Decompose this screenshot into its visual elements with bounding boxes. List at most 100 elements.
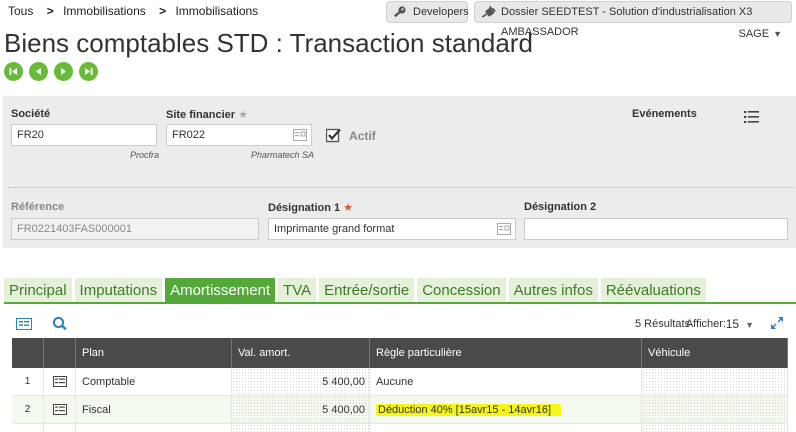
grid-toolbar: 5 Résultats Afficher: 15 ▼ <box>8 310 792 336</box>
cell-vehicule <box>642 368 788 395</box>
row-action[interactable] <box>44 368 76 395</box>
grid-header: Plan Val. amort. Règle particulière Véhi… <box>12 338 788 368</box>
row-detail-icon <box>52 404 67 415</box>
breadcrumb-separator: > <box>46 4 54 18</box>
record-navigation <box>4 62 98 81</box>
row-action[interactable] <box>44 396 76 423</box>
societe-subtitle: Procfra <box>129 150 159 160</box>
site-financier-subtitle: Pharmatech SA <box>250 150 314 160</box>
depreciation-grid: Plan Val. amort. Règle particulière Véhi… <box>12 338 788 432</box>
cell-plan <box>76 424 232 432</box>
row-detail-icon <box>52 376 67 387</box>
site-financier-label: Site financier ★ <box>166 108 248 121</box>
dossier-button[interactable]: Dossier SEEDTEST - Solution d'industrial… <box>474 1 792 38</box>
site-financier-field[interactable]: FR022 <box>166 124 312 146</box>
table-row[interactable]: 2 Fiscal 5 400,00 Déduction 40% [15avr15… <box>12 396 788 424</box>
row-action <box>44 424 76 432</box>
tab-amortissement[interactable]: Amortissement <box>165 278 276 302</box>
tab-tva[interactable]: TVA <box>278 278 317 302</box>
user-menu-label: SAGE <box>738 28 770 40</box>
tab-reevaluations[interactable]: Réévaluations <box>600 278 706 302</box>
site-financier-value: FR022 <box>172 129 206 141</box>
cell-regle[interactable]: Aucune <box>370 368 642 395</box>
search-icon[interactable] <box>52 316 68 332</box>
cell-regle <box>370 424 642 432</box>
page: Tous > Immobilisations > Immobilisations… <box>0 0 796 432</box>
column-header-plan[interactable]: Plan <box>76 338 232 368</box>
tab-autres-infos[interactable]: Autres infos <box>508 278 598 302</box>
tab-underline <box>4 302 796 304</box>
developers-label: Developers <box>413 6 469 18</box>
top-bar: Tous > Immobilisations > Immobilisations… <box>0 0 796 38</box>
breadcrumb-item-tous[interactable]: Tous <box>8 4 33 18</box>
chevron-down-icon: ▼ <box>773 29 782 39</box>
breadcrumb-item-immobilisations[interactable]: Immobilisations <box>63 4 146 18</box>
per-page-select[interactable]: 15 ▼ <box>726 317 754 331</box>
dossier-label: Dossier SEEDTEST - Solution d'industrial… <box>501 6 753 38</box>
translation-icon[interactable] <box>497 223 511 235</box>
lookup-icon[interactable] <box>293 129 307 141</box>
societe-label: Société <box>11 108 51 120</box>
column-header-vehicule[interactable]: Véhicule <box>642 338 788 368</box>
actif-checkbox[interactable]: Actif <box>326 128 376 143</box>
designation1-label-text: Désignation 1 <box>268 202 341 214</box>
reference-label: Référence <box>11 201 65 213</box>
designation2-label: Désignation 2 <box>524 201 597 213</box>
per-page-label: Afficher: <box>685 318 726 330</box>
evenements-label: Evénements <box>632 108 697 120</box>
next-icon <box>61 68 66 75</box>
tab-imputations[interactable]: Imputations <box>74 278 163 302</box>
cell-val-amort: 5 400,00 <box>232 396 370 423</box>
results-count: 5 Résultats <box>634 318 690 330</box>
chevron-down-icon: ▼ <box>745 320 754 330</box>
designation2-field[interactable] <box>524 218 788 240</box>
row-number: 2 <box>12 396 44 423</box>
column-header-val-amort[interactable]: Val. amort. <box>232 338 370 368</box>
user-menu[interactable]: SAGE ▼ <box>739 28 783 40</box>
cell-plan[interactable]: Fiscal <box>76 396 232 423</box>
expand-icon[interactable] <box>770 316 784 330</box>
site-financier-label-text: Site financier <box>166 109 236 121</box>
previous-icon <box>36 68 41 75</box>
cell-val-amort <box>232 424 370 432</box>
required-star-icon: ★ <box>238 109 248 121</box>
tab-entree-sortie[interactable]: Entrée/sortie <box>319 278 415 302</box>
header-row-action <box>44 338 76 368</box>
societe-field[interactable]: FR20 <box>11 124 157 146</box>
card-view-icon[interactable] <box>16 318 32 330</box>
breadcrumb-item-current: Immobilisations <box>175 4 259 18</box>
table-row[interactable]: 1 Comptable 5 400,00 Aucune <box>12 368 788 396</box>
designation1-value: Imprimante grand format <box>274 223 395 235</box>
plug-icon <box>481 5 496 18</box>
cell-vehicule <box>642 396 788 423</box>
column-header-regle[interactable]: Règle particulière <box>370 338 642 368</box>
cell-vehicule <box>642 424 788 432</box>
per-page-value: 15 <box>725 317 740 331</box>
table-row[interactable] <box>12 424 788 432</box>
actif-label: Actif <box>349 128 376 143</box>
page-title: Biens comptables STD : Transaction stand… <box>4 28 533 58</box>
checkmark-icon <box>326 128 341 143</box>
developers-button[interactable]: Developers <box>386 1 469 23</box>
first-record-button[interactable] <box>4 62 23 81</box>
tab-principal[interactable]: Principal <box>4 278 72 302</box>
reference-field: FR0221403FAS000001 <box>11 218 259 240</box>
cell-plan[interactable]: Comptable <box>76 368 232 395</box>
row-number: 1 <box>12 368 44 395</box>
designation1-field[interactable]: Imprimante grand format <box>268 218 516 240</box>
cell-regle[interactable]: Déduction 40% [15avr15 - 14avr16] <box>370 396 642 423</box>
next-record-button[interactable] <box>54 62 73 81</box>
header-row-number <box>12 338 44 368</box>
last-record-button[interactable] <box>79 62 98 81</box>
highlighted-rule: Déduction 40% [15avr15 - 14avr16] <box>376 404 562 416</box>
list-icon[interactable] <box>744 110 760 124</box>
tab-bar: Principal Imputations Amortissement TVA … <box>4 278 706 302</box>
breadcrumb-separator: > <box>159 4 167 18</box>
previous-record-button[interactable] <box>29 62 48 81</box>
breadcrumb: Tous > Immobilisations > Immobilisations <box>8 4 262 18</box>
designation1-label: Désignation 1 ★ <box>268 201 353 214</box>
row-number <box>12 424 44 432</box>
section-divider <box>8 187 794 188</box>
tab-concession[interactable]: Concession <box>417 278 506 302</box>
skip-first-icon <box>9 68 17 75</box>
